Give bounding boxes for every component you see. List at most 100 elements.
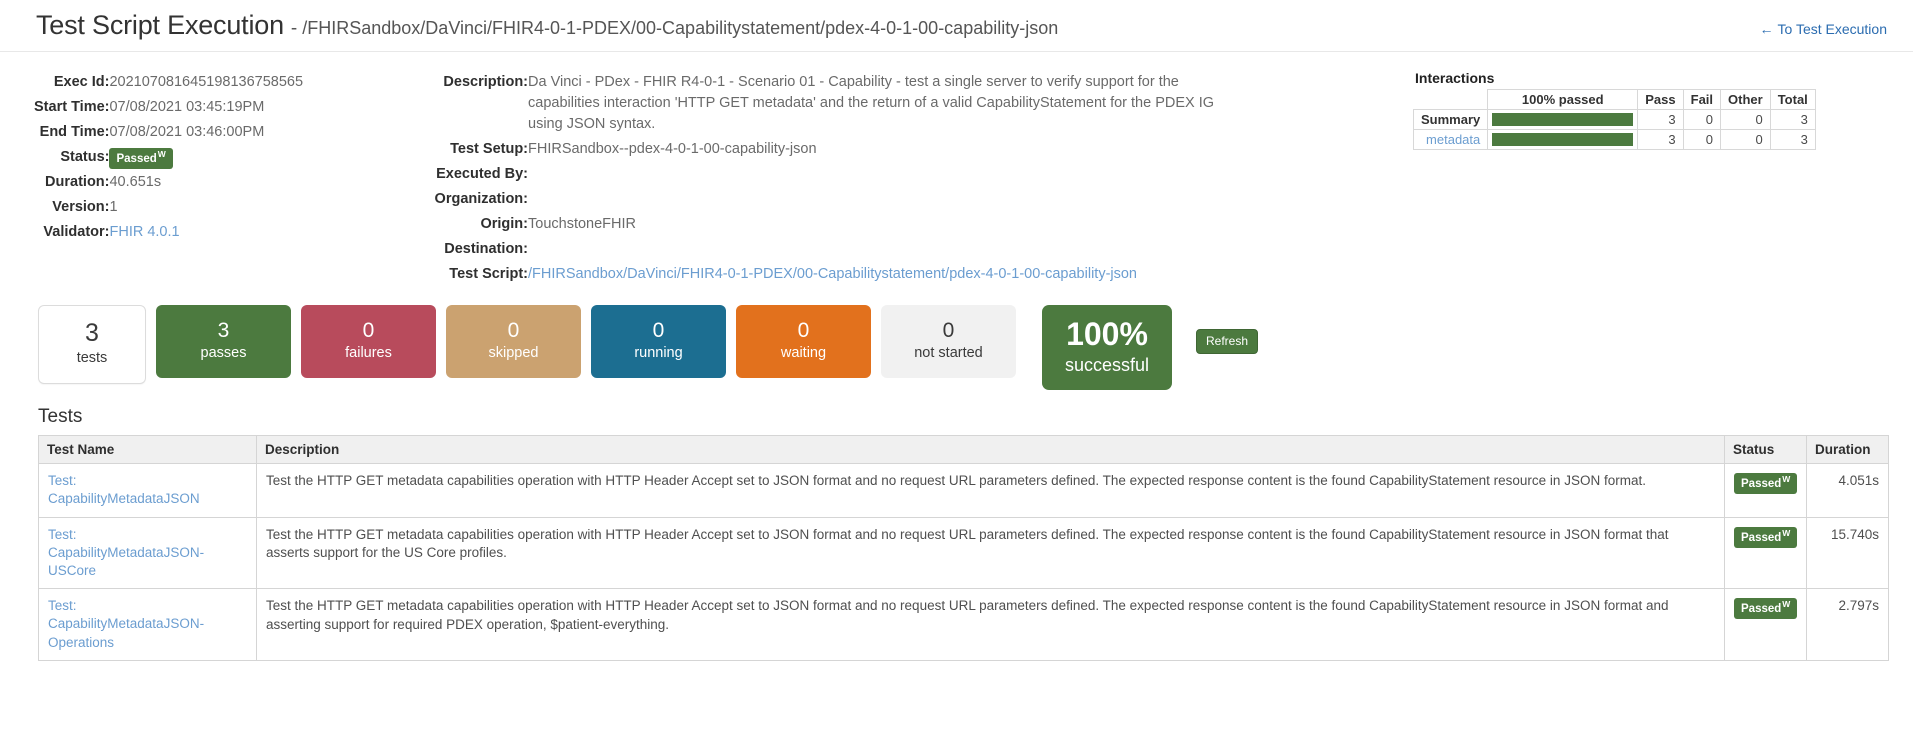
status-badge-sup: W [1782,599,1791,610]
stat-passes-label: passes [200,344,247,361]
page-title: Test Script Execution [36,10,284,40]
summary-stats-row: 3 tests 3 passes 0 failures 0 skipped 0 … [0,287,1913,391]
tests-col-duration: Duration [1806,435,1889,465]
test-name-link[interactable]: Test: CapabilityMetadataJSON [48,472,247,508]
page-header: Test Script Execution - /FHIRSandbox/DaV… [0,0,1913,52]
status-badge-text: Passed [1741,477,1782,490]
status-badge: PassedW [109,148,173,170]
start-time-value: 07/08/2021 03:45:19PM [109,99,265,116]
test-script-link[interactable]: /FHIRSandbox/DaVinci/FHIR4-0-1-PDEX/00-C… [528,266,1137,282]
refresh-button[interactable]: Refresh [1196,329,1259,355]
title-separator: - [290,18,298,39]
interactions-col-blank [1414,90,1488,110]
test-description: Test the HTTP GET metadata capabilities … [256,588,1725,661]
tests-table-wrap: Test Name Description Status Duration Te… [0,435,1913,661]
test-name-prefix: Test: [48,598,77,614]
interactions-col-passed: 100% passed [1487,89,1639,110]
detail-row-test-setup: Test Setup: FHIRSandbox--pdex-4-0-1-00-c… [420,137,1218,162]
detail-row-description: Description: Da Vinci - PDex - FHIR R4-0… [420,70,1218,137]
status-badge-sup: W [157,149,166,160]
stat-box-tests: 3 tests [38,305,146,385]
stat-box-not-started[interactable]: 0 not started [881,305,1016,379]
test-setup-label: Test Setup: [450,141,528,158]
detail-row-start-time: Start Time: 07/08/2021 03:45:19PM [34,95,303,120]
origin-value: TouchstoneFHIR [528,216,636,233]
tests-col-status: Status [1724,435,1807,465]
percent-successful-label: successful [1064,354,1150,375]
progress-bar-fill [1492,113,1634,126]
stat-passes-count: 3 [217,318,230,342]
interactions-row-label-link[interactable]: metadata [1412,129,1489,150]
interactions-fail-value: 0 [1682,129,1722,150]
description-label: Description: [443,74,528,90]
validator-label: Validator: [43,224,110,241]
version-label: Version: [52,199,110,216]
test-name-prefix: Test: [48,526,77,542]
exec-id-label: Exec Id: [53,74,110,90]
interactions-row-summary: Summary 3 0 0 3 [1412,109,1816,130]
end-time-label: End Time: [39,124,110,141]
stat-box-passes[interactable]: 3 passes [156,305,291,379]
organization-label: Organization: [434,191,528,208]
interactions-pass-value: 3 [1637,109,1684,130]
interactions-col-fail: Fail [1682,89,1722,110]
interactions-panel: Interactions 100% passed Pass Fail Other… [1412,66,1893,287]
interactions-col-other: Other [1720,89,1771,110]
destination-label: Destination: [444,241,528,258]
description-value: Da Vinci - PDex - FHIR R4-0-1 - Scenario… [528,74,1215,133]
duration-label: Duration: [45,174,110,191]
interactions-bar-cell [1487,129,1639,150]
detail-row-executed-by: Executed By: [420,162,1218,187]
title-wrap: Test Script Execution - /FHIRSandbox/DaV… [36,10,1058,41]
details-middle-column: Description: Da Vinci - PDex - FHIR R4-0… [420,66,1413,287]
page-root: Test Script Execution - /FHIRSandbox/DaV… [0,0,1913,661]
duration-value: 40.651s [109,174,162,191]
interactions-title: Interactions [1415,70,1495,86]
stat-box-running[interactable]: 0 running [591,305,726,379]
detail-row-organization: Organization: [420,187,1218,212]
test-name-value: CapabilityMetadataJSON [48,491,200,507]
test-duration: 4.051s [1806,463,1889,518]
test-duration: 2.797s [1806,588,1889,661]
detail-row-exec-id: Exec Id: 202107081645198136758565 [34,70,303,95]
executed-by-value [528,162,1218,187]
stat-failures-label: failures [345,344,392,361]
organization-value [528,187,1218,212]
test-name-value: CapabilityMetadataJSON-USCore [48,544,205,579]
test-name-link[interactable]: Test: CapabilityMetadataJSON-USCore [48,526,247,581]
tests-col-description: Description [256,435,1725,465]
tests-header-row: Test Name Description Status Duration [38,435,1889,465]
version-value: 1 [109,199,118,216]
status-label: Status: [60,149,110,166]
detail-row-end-time: End Time: 07/08/2021 03:46:00PM [34,120,303,145]
table-row: Test: CapabilityMetadataJSON Test the HTT… [38,463,1889,518]
progress-bar-track [1492,133,1634,146]
stat-waiting-count: 0 [797,318,810,342]
tests-section-heading: Tests [38,406,83,428]
progress-bar-track [1492,113,1634,126]
test-name-link[interactable]: Test: CapabilityMetadataJSON-Operations [48,597,247,652]
stat-tests-count: 3 [85,319,99,348]
detail-row-test-script: Test Script: /FHIRSandbox/DaVinci/FHIR4-… [420,262,1218,287]
test-script-label: Test Script: [449,266,528,283]
stat-box-skipped[interactable]: 0 skipped [446,305,581,379]
to-test-execution-link[interactable]: ← To Test Execution [1760,21,1887,37]
stat-running-count: 0 [652,318,665,342]
percent-successful-box: 100% successful [1042,305,1172,391]
table-row: Test: CapabilityMetadataJSON-USCore Test … [38,516,1889,590]
test-setup-value: FHIRSandbox--pdex-4-0-1-00-capability-js… [528,141,817,158]
percent-successful-value: 100% [1066,316,1148,353]
page-title-path: /FHIRSandbox/DaVinci/FHIR4-0-1-PDEX/00-C… [302,18,1059,38]
stat-box-waiting[interactable]: 0 waiting [736,305,871,379]
interactions-table: 100% passed Pass Fail Other Total Summar… [1412,89,1816,150]
stat-not-started-label: not started [914,344,983,361]
status-badge-text: Passed [1741,531,1782,544]
status-badge-sup: W [1782,527,1791,538]
validator-link[interactable]: FHIR 4.0.1 [109,224,179,240]
stat-box-failures[interactable]: 0 failures [301,305,436,379]
interactions-total-value: 3 [1769,129,1816,150]
stat-skipped-count: 0 [507,318,520,342]
interactions-other-value: 0 [1720,129,1771,150]
stat-failures-count: 0 [362,318,375,342]
interactions-fail-value: 0 [1682,109,1722,130]
